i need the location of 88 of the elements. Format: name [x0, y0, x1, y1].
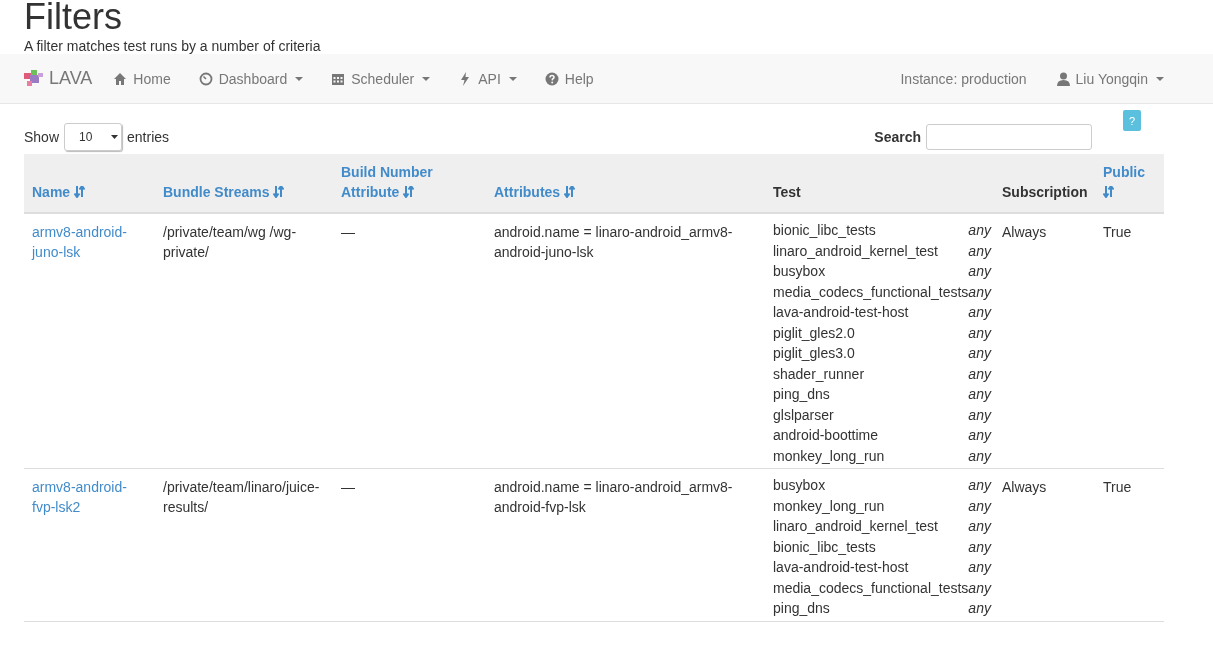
test-name: android-boottime — [773, 426, 880, 445]
test-name: media_codecs_functional_tests — [773, 578, 969, 598]
column-header: Subscription — [994, 154, 1095, 213]
instance-label: Instance: production — [900, 70, 1027, 87]
gauge-icon — [198, 71, 213, 86]
test-name: lava-android-test-host — [773, 303, 910, 322]
test-match: any — [968, 385, 991, 404]
test-name: monkey_long_run — [773, 496, 886, 516]
user-icon — [1056, 71, 1070, 86]
table-cell: True — [1095, 468, 1164, 621]
test-name: piglit_gles2.0 — [773, 323, 856, 343]
calendar-icon — [331, 71, 346, 86]
caret-icon — [295, 76, 304, 81]
test-match: any — [968, 446, 991, 466]
column-header[interactable]: Bundle Streams — [155, 154, 333, 213]
test-match: any — [968, 221, 991, 240]
column-header[interactable]: Attributes — [486, 154, 765, 213]
table-cell: — — [333, 213, 486, 469]
test-name: piglit_gles3.0 — [773, 344, 856, 363]
column-header: Test — [765, 154, 994, 213]
test-name: bionic_libc_tests — [773, 537, 877, 557]
test-match: any — [968, 517, 991, 536]
test-name: busybox — [773, 476, 827, 495]
nav-item[interactable]: Dashboard — [198, 70, 304, 87]
test-match: any — [968, 426, 991, 445]
test-match: any — [968, 599, 991, 618]
help-icon — [544, 71, 559, 86]
test-match: any — [968, 323, 991, 343]
table-cell: /private/team/wg /wg-private/ — [155, 213, 333, 469]
table-cell: Always — [994, 213, 1095, 469]
column-header[interactable]: Public — [1095, 154, 1164, 213]
table-cell: android.name = linaro-android_armv8-android-juno-lsk — [486, 213, 765, 469]
nav-item[interactable]: Help — [544, 70, 594, 87]
caret-icon — [422, 76, 431, 81]
test-name: bionic_libc_tests — [773, 221, 877, 240]
filter-link[interactable]: armv8-android-juno-lsk — [32, 222, 147, 262]
sort-icon — [1103, 186, 1114, 198]
test-match: any — [968, 262, 991, 281]
page-size-select[interactable]: 10 — [64, 123, 123, 151]
table-cell: True — [1095, 213, 1164, 469]
test-match: any — [968, 496, 991, 516]
caret-icon — [508, 76, 517, 81]
test-name: glslparser — [773, 405, 835, 425]
sort-icon — [273, 186, 285, 198]
test-match: any — [968, 476, 991, 495]
nav-item[interactable]: Home — [113, 70, 171, 87]
test-match: any — [968, 578, 991, 598]
page-description: A filter matches test runs by a number of criteria — [24, 38, 321, 54]
test-match: any — [968, 537, 991, 557]
test-match: any — [968, 344, 991, 363]
home-icon — [113, 71, 128, 86]
column-header[interactable]: Build Number Attribute — [333, 154, 486, 213]
test-name: linaro_android_kernel_test — [773, 517, 939, 536]
brand-name[interactable]: LAVA — [49, 68, 93, 89]
sort-icon — [564, 186, 575, 198]
test-match: any — [968, 558, 991, 577]
page-title: Filters — [24, 0, 122, 38]
table-cell: android.name = linaro-android_armv8-android-fvp-lsk — [486, 468, 765, 621]
caret-icon — [111, 135, 119, 139]
column-header[interactable]: Name — [24, 154, 155, 213]
test-match: any — [968, 303, 991, 322]
test-name: busybox — [773, 262, 827, 281]
show-label: Show — [24, 129, 60, 145]
sort-icon — [74, 186, 86, 198]
nav-item[interactable]: API — [458, 70, 517, 87]
test-name: shader_runner — [773, 364, 866, 384]
user-menu[interactable]: Liu Yongqin — [1056, 70, 1164, 87]
nav-item[interactable]: Scheduler — [331, 70, 431, 87]
table-cell: Always — [994, 468, 1095, 621]
test-match: any — [968, 405, 991, 425]
caret-icon — [1156, 76, 1164, 81]
test-name: lava-android-test-host — [773, 558, 910, 577]
entries-label: entries — [127, 129, 170, 145]
test-match: any — [968, 364, 991, 384]
test-name: media_codecs_functional_tests — [773, 282, 969, 302]
table-cell: /private/team/linaro/juice-results/ — [155, 468, 333, 621]
sort-icon — [403, 186, 415, 198]
table-cell: — — [333, 468, 486, 621]
filter-link[interactable]: armv8-android-fvp-lsk2 — [32, 477, 147, 517]
search-label: Search — [874, 129, 921, 145]
test-name: ping_dns — [773, 385, 831, 404]
test-name: ping_dns — [773, 599, 831, 618]
test-name: monkey_long_run — [773, 446, 886, 466]
search-field[interactable] — [926, 124, 1092, 150]
logo-icon — [24, 70, 44, 87]
test-name: linaro_android_kernel_test — [773, 241, 939, 261]
test-match: any — [968, 241, 991, 261]
test-match: any — [968, 282, 991, 302]
